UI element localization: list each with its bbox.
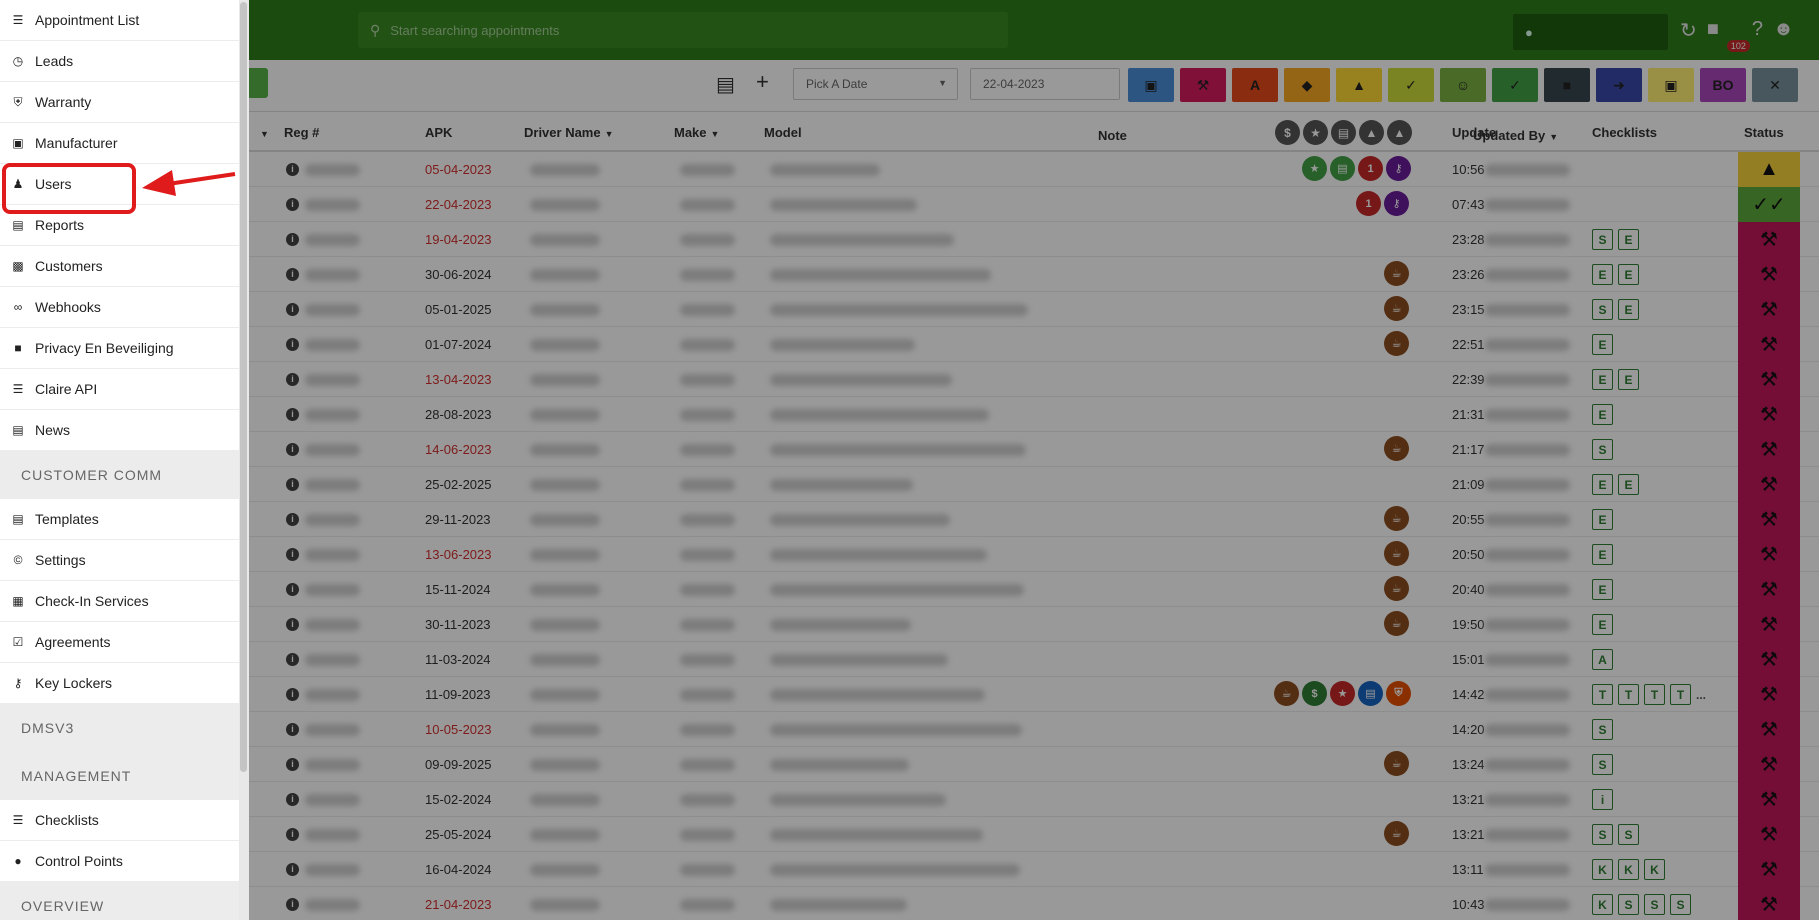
sidebar-management-items: ☰ Checklists ● Control Points	[0, 800, 239, 882]
sidebar-item-label: Key Lockers	[35, 675, 113, 691]
sidebar-item-settings[interactable]: © Settings	[0, 540, 239, 581]
key-icon: ⚷	[13, 676, 23, 690]
section-dmsv3[interactable]: DMSV3	[0, 704, 239, 752]
annotation-arrow-icon	[142, 170, 236, 196]
sidebar-item-label: Privacy En Beveiliging	[35, 340, 174, 356]
bar-chart-icon: ▤	[12, 218, 24, 232]
sidebar-top-items: ☰ Appointment List ◷ Leads ⛨ Warranty ▣ Manufac…	[0, 0, 239, 451]
server-icon: ☰	[12, 382, 24, 396]
sidebar-item-label: Leads	[35, 53, 74, 69]
sidebar-item-customers[interactable]: ▩ Customers	[0, 246, 239, 287]
sidebar-item-news[interactable]: ▤ News	[0, 410, 239, 451]
section-overview: OVERVIEW	[0, 882, 239, 920]
section-customer-comm: CUSTOMER COMM	[0, 451, 239, 499]
sidebar-item-privacy-en-beveiliging[interactable]: ■ Privacy En Beveiliging	[0, 328, 239, 369]
sidebar-item-label: Agreements	[35, 634, 111, 650]
users-highlight-box	[2, 163, 136, 214]
sidebar-item-label: Webhooks	[35, 299, 101, 315]
film-icon: ▤	[12, 512, 24, 526]
copyright-icon: ©	[13, 553, 23, 567]
sidebar-item-label: Control Points	[35, 853, 123, 869]
sidebar-comm-items: ▤ Templates © Settings ▦ Check-In Services ☑ Ag…	[0, 499, 239, 704]
sidebar-item-label: Warranty	[35, 94, 92, 110]
clock-icon: ◷	[12, 54, 24, 68]
table-icon: ▦	[12, 594, 24, 608]
sidebar-item-label: Check-In Services	[35, 593, 149, 609]
sidebar-item-label: Reports	[35, 217, 85, 233]
section-management: MANAGEMENT	[0, 752, 239, 800]
sidebar-item-label: Templates	[35, 511, 99, 527]
checkbox-icon: ☑	[12, 635, 24, 649]
sidebar: ☰ Appointment List ◷ Leads ⛨ Warranty ▣ Manufac…	[0, 0, 240, 920]
comment-icon: ●	[14, 854, 22, 868]
link-icon: ∞	[13, 300, 23, 314]
sidebar-item-leads[interactable]: ◷ Leads	[0, 41, 239, 82]
sidebar-item-checklists[interactable]: ☰ Checklists	[0, 800, 239, 841]
sidebar-item-templates[interactable]: ▤ Templates	[0, 499, 239, 540]
sidebar-item-label: News	[35, 422, 71, 438]
lock-icon: ■	[14, 341, 22, 355]
sidebar-item-agreements[interactable]: ☑ Agreements	[0, 622, 239, 663]
modal-overlay[interactable]	[0, 0, 1819, 920]
sidebar-item-check-in-services[interactable]: ▦ Check-In Services	[0, 581, 239, 622]
sidebar-item-key-lockers[interactable]: ⚷ Key Lockers	[0, 663, 239, 704]
sidebar-item-control-points[interactable]: ● Control Points	[0, 841, 239, 882]
sidebar-item-label: Appointment List	[35, 12, 140, 28]
sidebar-scrollbar-thumb[interactable]	[240, 2, 247, 772]
sidebar-item-label: Manufacturer	[35, 135, 118, 151]
sidebar-item-label: Claire API	[35, 381, 98, 397]
sidebar-item-warranty[interactable]: ⛨ Warranty	[0, 82, 239, 123]
newspaper-icon: ▤	[12, 423, 24, 437]
sidebar-item-label: Checklists	[35, 812, 99, 828]
sidebar-item-claire-api[interactable]: ☰ Claire API	[0, 369, 239, 410]
list-icon: ☰	[12, 813, 24, 827]
id-card-icon: ▩	[12, 259, 24, 273]
shield-icon: ⛨	[13, 94, 23, 109]
sidebar-item-appointment-list[interactable]: ☰ Appointment List	[0, 0, 239, 41]
sidebar-item-label: Settings	[35, 552, 86, 568]
factory-icon: ▣	[12, 136, 24, 150]
sidebar-item-label: Customers	[35, 258, 103, 274]
sidebar-item-webhooks[interactable]: ∞ Webhooks	[0, 287, 239, 328]
list-icon: ☰	[12, 13, 24, 27]
sidebar-item-manufacturer[interactable]: ▣ Manufacturer	[0, 123, 239, 164]
